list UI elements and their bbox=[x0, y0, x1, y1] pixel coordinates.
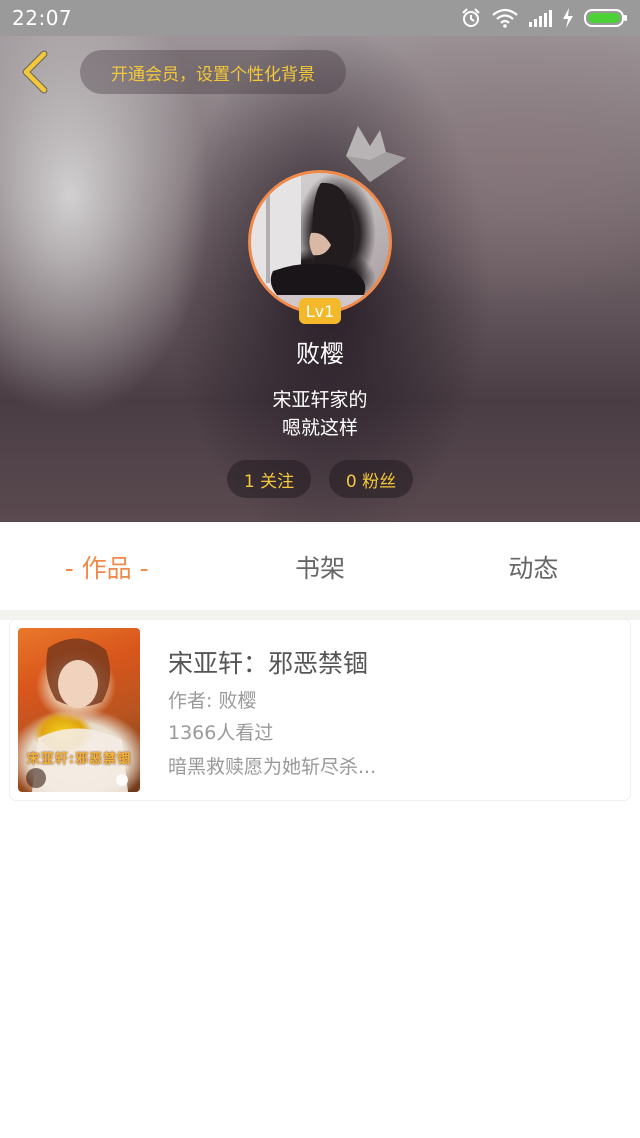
back-button[interactable] bbox=[14, 50, 54, 98]
tab-activity[interactable]: 动态 bbox=[427, 522, 640, 612]
wifi-icon bbox=[492, 8, 518, 28]
following-button[interactable]: 1 关注 bbox=[227, 460, 311, 498]
book-cover-art bbox=[26, 638, 128, 792]
vip-background-button[interactable]: 开通会员，设置个性化背景 bbox=[80, 50, 346, 94]
bio: 宋亚轩家的 嗯就这样 bbox=[0, 386, 640, 442]
tab-bookshelf[interactable]: 书架 bbox=[213, 522, 426, 612]
fans-button[interactable]: 0 粉丝 bbox=[329, 460, 413, 498]
chevron-left-icon bbox=[18, 50, 50, 98]
status-icons bbox=[460, 7, 628, 29]
alarm-icon bbox=[460, 7, 482, 29]
avatar[interactable] bbox=[248, 170, 392, 314]
book-cover[interactable]: 宋亚轩:邪恶禁锢 bbox=[18, 628, 140, 792]
book-cover-title: 宋亚轩:邪恶禁锢 bbox=[26, 752, 132, 767]
book-views: 1366人看过 bbox=[168, 722, 274, 744]
bio-line: 嗯就这样 bbox=[281, 417, 358, 439]
battery-icon bbox=[584, 8, 628, 28]
bio-line: 宋亚轩家的 bbox=[272, 389, 368, 411]
level-badge: Lv1 bbox=[299, 298, 341, 324]
tab-works[interactable]: - 作品 - bbox=[0, 522, 213, 612]
stats-row: 1 关注 0 粉丝 bbox=[0, 460, 640, 498]
avatar-container[interactable]: Lv1 bbox=[248, 170, 392, 324]
avatar-photo bbox=[251, 173, 389, 311]
status-bar: 22:07 bbox=[0, 0, 640, 36]
book-author: 作者: 败樱 bbox=[168, 690, 257, 712]
profile-header: 开通会员，设置个性化背景 Lv1 败樱 宋亚轩家的 嗯就这样 1 关注 0 粉丝 bbox=[0, 36, 640, 522]
status-time: 22:07 bbox=[12, 6, 73, 30]
book-card[interactable]: 宋亚轩:邪恶禁锢 宋亚轩：邪恶禁锢 作者: 败樱 1366人看过 暗黑救赎愿为她… bbox=[10, 620, 630, 800]
signal-icon bbox=[528, 9, 552, 27]
tab-bar: - 作品 - 书架 动态 bbox=[0, 522, 640, 612]
book-description: 暗黑救赎愿为她斩尽杀... bbox=[168, 756, 377, 778]
section-divider bbox=[0, 610, 640, 620]
book-title[interactable]: 宋亚轩：邪恶禁锢 bbox=[168, 644, 368, 680]
username: 败樱 bbox=[296, 340, 344, 368]
charging-icon bbox=[562, 8, 574, 28]
